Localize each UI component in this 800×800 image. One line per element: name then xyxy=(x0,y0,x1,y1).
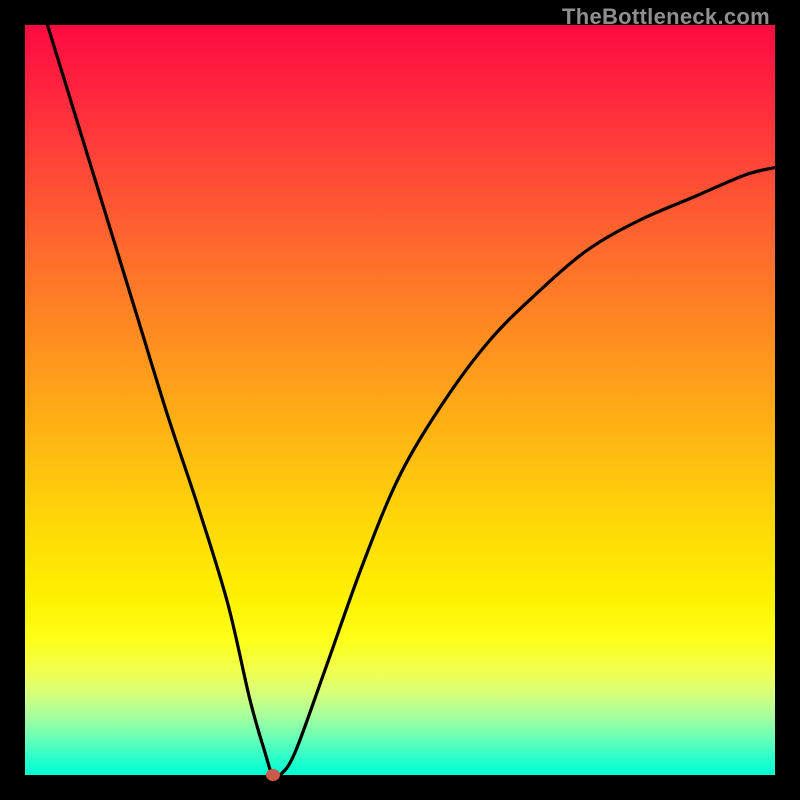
chart-frame: TheBottleneck.com xyxy=(0,0,800,800)
optimal-point-marker xyxy=(266,769,280,781)
curve-svg xyxy=(25,25,775,775)
bottleneck-curve xyxy=(48,25,776,775)
plot-area xyxy=(25,25,775,775)
